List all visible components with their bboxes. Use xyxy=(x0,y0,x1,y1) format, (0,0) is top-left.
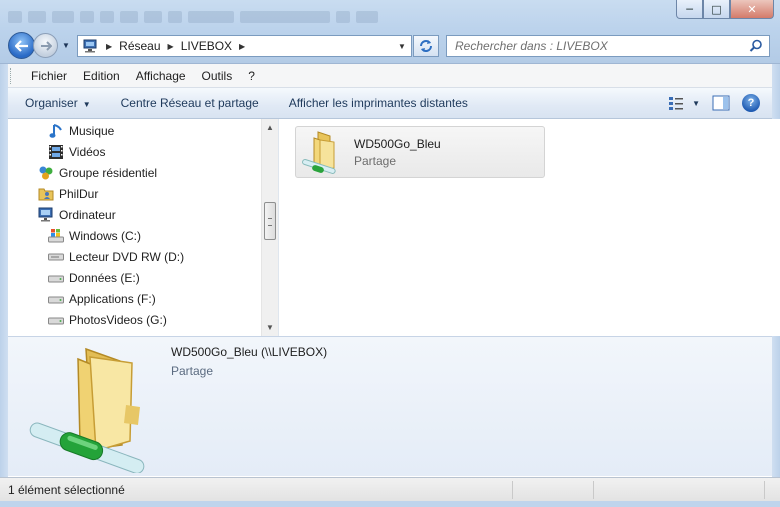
share-item-wd500go-bleu[interactable]: WD500Go_Bleu Partage xyxy=(295,126,545,178)
tree-label: Vidéos xyxy=(69,144,106,159)
arrow-left-icon xyxy=(14,39,28,52)
search-icon[interactable] xyxy=(749,39,763,53)
tree-label: Windows (C:) xyxy=(69,228,142,243)
address-bar[interactable]: ▶ Réseau ▶ LIVEBOX ▶ ▼ xyxy=(77,35,412,57)
breadcrumb-separator-icon[interactable]: ▶ xyxy=(104,42,114,51)
tree-item-phildur[interactable]: PhilDur xyxy=(38,183,98,204)
menu-fichier[interactable]: Fichier xyxy=(23,69,75,83)
refresh-icon xyxy=(420,40,432,52)
menu-outils[interactable]: Outils xyxy=(194,69,241,83)
hard-drive-icon xyxy=(48,312,64,328)
hard-drive-icon xyxy=(48,291,64,307)
window-frame-bottom xyxy=(0,501,780,507)
user-folder-icon xyxy=(38,186,54,202)
tree-label: Groupe résidentiel xyxy=(59,165,158,180)
tree-item-windows-c[interactable]: Windows (C:) xyxy=(48,225,141,246)
tree-label: PhotosVideos (G:) xyxy=(69,312,167,327)
dvd-drive-icon xyxy=(48,249,64,265)
tree-label: Données (E:) xyxy=(69,270,140,285)
breadcrumb-separator-icon[interactable]: ▶ xyxy=(237,42,247,51)
close-button[interactable]: ✕ xyxy=(730,0,774,19)
minimize-button[interactable]: ─ xyxy=(676,0,703,19)
nav-scrollbar[interactable]: ▲ ▼ xyxy=(261,119,278,336)
chevron-down-icon: ▼ xyxy=(82,100,91,109)
search-placeholder: Rechercher dans : LIVEBOX xyxy=(455,39,608,53)
status-bar: 1 élément sélectionné xyxy=(0,477,780,501)
file-list-pane[interactable]: WD500Go_Bleu Partage xyxy=(280,119,780,336)
menu-affichage[interactable]: Affichage xyxy=(128,69,194,83)
window-controls: ─ □ ✕ xyxy=(676,0,774,19)
navigation-pane[interactable]: Musique Vidéos Groupe résidentiel PhilDu… xyxy=(8,119,279,336)
navigation-buttons: ▼ xyxy=(8,32,70,59)
tree-item-donnees-e[interactable]: Données (E:) xyxy=(48,267,140,288)
menu-edition[interactable]: Edition xyxy=(75,69,128,83)
address-history-dropdown[interactable]: ▼ xyxy=(393,42,411,51)
tree-item-photosvideos-g[interactable]: PhotosVideos (G:) xyxy=(48,309,167,330)
breadcrumb-livebox[interactable]: LIVEBOX xyxy=(176,36,237,56)
hard-drive-icon xyxy=(48,270,64,286)
remote-printers-button[interactable]: Afficher les imprimantes distantes xyxy=(280,96,477,110)
status-divider xyxy=(593,481,594,499)
maximize-button[interactable]: □ xyxy=(703,0,730,19)
refresh-button[interactable] xyxy=(413,35,439,57)
status-text: 1 élément sélectionné xyxy=(8,482,125,497)
status-divider xyxy=(764,481,765,499)
change-view-button[interactable]: ▼ xyxy=(668,96,700,110)
breadcrumb-separator-icon[interactable]: ▶ xyxy=(166,42,176,51)
share-type: Partage xyxy=(354,153,397,168)
scrollbar-thumb[interactable] xyxy=(264,202,276,240)
tree-label: PhilDur xyxy=(59,186,99,201)
tree-label: Musique xyxy=(69,123,115,138)
tree-label: Lecteur DVD RW (D:) xyxy=(69,249,185,264)
tree-item-ordinateur[interactable]: Ordinateur xyxy=(38,204,116,225)
forward-button[interactable] xyxy=(33,33,58,58)
share-name: WD500Go_Bleu xyxy=(354,136,441,151)
menu-help[interactable]: ? xyxy=(240,69,263,83)
background-toolbar xyxy=(0,4,520,30)
chevron-down-icon: ▼ xyxy=(692,98,700,108)
shared-folder-icon xyxy=(300,128,348,176)
search-input[interactable]: Rechercher dans : LIVEBOX xyxy=(446,35,770,57)
tree-item-videos[interactable]: Vidéos xyxy=(48,141,105,162)
menu-grip xyxy=(10,67,13,84)
arrow-right-icon xyxy=(40,40,52,51)
details-item-name: WD500Go_Bleu (\\LIVEBOX) xyxy=(171,345,328,359)
tree-label: Applications (F:) xyxy=(69,291,156,306)
back-button[interactable] xyxy=(8,32,35,59)
view-details-icon xyxy=(669,97,684,110)
shared-folder-icon xyxy=(22,341,152,474)
computer-network-icon xyxy=(78,36,104,56)
window-chrome: ─ □ ✕ ▼ ▶ Réseau ▶ LIVEBOX ▶ ▼ Recherche… xyxy=(0,0,780,64)
scroll-down-icon[interactable]: ▼ xyxy=(262,319,278,336)
tree-item-dvd-d[interactable]: Lecteur DVD RW (D:) xyxy=(48,246,184,267)
network-center-button[interactable]: Centre Réseau et partage xyxy=(112,96,268,110)
menu-bar: Fichier Edition Affichage Outils ? xyxy=(0,64,780,88)
homegroup-icon xyxy=(38,165,54,181)
status-divider xyxy=(512,481,513,499)
film-icon xyxy=(48,144,64,160)
details-pane: WD500Go_Bleu (\\LIVEBOX) Partage xyxy=(8,336,772,476)
view-controls: ▼ ? xyxy=(668,94,760,112)
organize-label: Organiser xyxy=(25,96,78,110)
preview-pane-icon[interactable] xyxy=(712,95,730,111)
window-frame-left xyxy=(0,64,8,501)
music-note-icon xyxy=(48,123,64,139)
tree-label: Ordinateur xyxy=(59,207,116,222)
windows-drive-icon xyxy=(48,228,64,244)
tree-item-musique[interactable]: Musique xyxy=(48,120,114,141)
organize-button[interactable]: Organiser ▼ xyxy=(16,96,100,110)
details-item-type: Partage xyxy=(171,364,214,378)
tree-item-groupe-residentiel[interactable]: Groupe résidentiel xyxy=(38,162,157,183)
breadcrumb-reseau[interactable]: Réseau xyxy=(114,36,165,56)
command-bar: Organiser ▼ Centre Réseau et partage Affi… xyxy=(0,88,780,119)
help-icon[interactable]: ? xyxy=(742,94,760,112)
scroll-up-icon[interactable]: ▲ xyxy=(262,119,278,136)
tree-item-applications-f[interactable]: Applications (F:) xyxy=(48,288,156,309)
recent-pages-dropdown[interactable]: ▼ xyxy=(62,41,70,50)
computer-icon xyxy=(38,207,54,223)
